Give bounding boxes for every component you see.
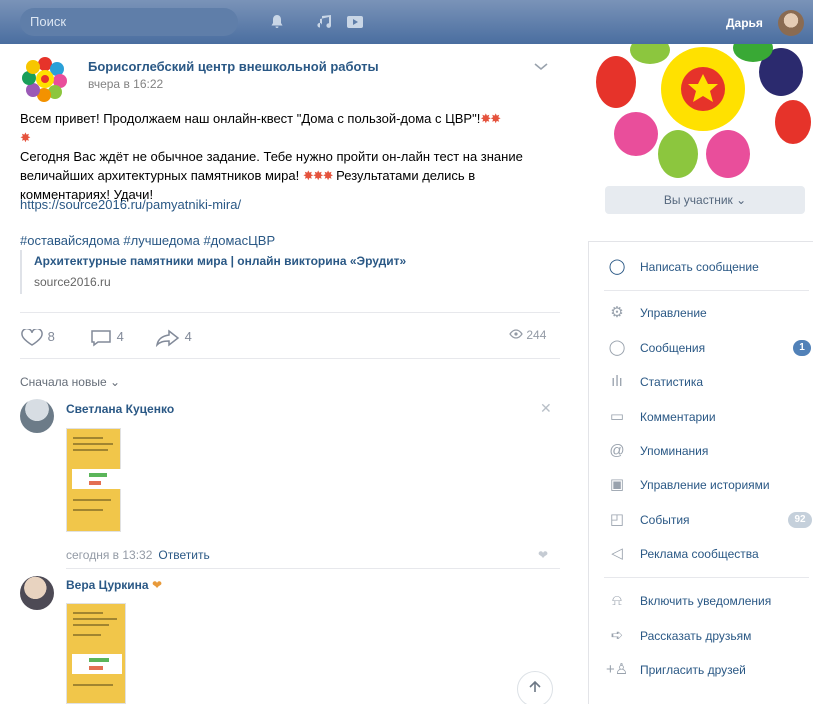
member-dropdown-button[interactable]: Вы участник ⌄ xyxy=(605,186,805,214)
events-icon: ◰ xyxy=(609,511,625,528)
comments-sort-dropdown[interactable]: Сначала новые ⌄ xyxy=(20,375,120,389)
heart-icon xyxy=(21,327,43,346)
sparkle-icon: ✸✸ xyxy=(480,111,501,126)
comment-author[interactable]: Светлана Куценко xyxy=(66,402,174,416)
events-badge: 92 xyxy=(788,512,812,528)
search-input[interactable]: Поиск xyxy=(20,8,238,36)
avatar[interactable] xyxy=(778,10,804,36)
heart-emoji-icon: ❤ xyxy=(151,578,162,592)
sidebar-item-comments[interactable]: ▭ Комментарии xyxy=(606,407,813,427)
sidebar-item-manage[interactable]: ⚙ Управление xyxy=(606,303,813,323)
sidebar-item-ads[interactable]: ◁ Реклама сообщества xyxy=(606,544,813,564)
link-attachment[interactable]: Архитектурные памятники мира | онлайн ви… xyxy=(20,250,420,294)
attachment-title[interactable]: Архитектурные памятники мира | онлайн ви… xyxy=(34,254,406,268)
comment-author[interactable]: Вера Цуркина ❤ xyxy=(66,578,162,592)
chevron-down-icon: ⌄ xyxy=(736,193,747,207)
sidebar-item-messages[interactable]: ◯ Сообщения xyxy=(606,338,813,358)
share-button[interactable]: 4 xyxy=(155,328,192,347)
comment-avatar[interactable] xyxy=(20,576,54,610)
music-icon[interactable] xyxy=(316,14,334,30)
megaphone-icon: ◁ xyxy=(611,545,623,562)
sidebar-item-events[interactable]: ◰ События xyxy=(606,510,813,530)
bell-icon: ⍾ xyxy=(612,592,622,609)
stories-icon: ▣ xyxy=(609,476,625,493)
views-counter: 244 xyxy=(509,328,546,342)
comment-button[interactable]: 4 xyxy=(89,328,124,347)
bell-icon[interactable] xyxy=(268,14,286,30)
eye-icon xyxy=(509,329,523,339)
sidebar-item-mentions[interactable]: @ Упоминания xyxy=(606,441,813,461)
chevron-down-icon[interactable] xyxy=(534,60,548,74)
sidebar-item-statistics[interactable]: ılı Статистика xyxy=(606,372,813,392)
top-bar: Поиск Дарья xyxy=(0,0,813,44)
post-author[interactable]: Борисоглебский центр внешкольной работы xyxy=(88,59,379,74)
write-message-button[interactable]: ◯ Написать сообщение xyxy=(606,257,813,277)
divider xyxy=(66,568,560,569)
community-logo xyxy=(596,34,811,178)
scroll-up-button[interactable] xyxy=(517,671,553,704)
share-count: 4 xyxy=(184,329,192,344)
share-icon xyxy=(155,329,180,347)
comment-image[interactable] xyxy=(66,428,122,532)
attachment-domain: source2016.ru xyxy=(34,275,111,289)
member-button-label: Вы участник xyxy=(663,193,733,207)
reply-button[interactable]: Ответить xyxy=(158,548,209,562)
divider xyxy=(20,312,560,313)
stats-icon: ılı xyxy=(611,373,623,390)
sidebar-item-stories[interactable]: ▣ Управление историями xyxy=(606,475,813,495)
divider xyxy=(604,290,809,291)
arrow-up-icon xyxy=(529,680,541,692)
user-name[interactable]: Дарья xyxy=(726,16,763,30)
comment-icon xyxy=(91,329,111,347)
add-user-icon: +♙ xyxy=(606,661,629,678)
at-icon: @ xyxy=(609,442,625,459)
divider xyxy=(20,358,560,359)
post-link[interactable]: https://source2016.ru/pamyatniki-mira/ xyxy=(20,197,241,212)
post-text-line: Всем привет! Продолжаем наш онлайн-квест… xyxy=(20,111,481,126)
comment-image[interactable] xyxy=(66,603,126,704)
views-count: 244 xyxy=(526,328,547,342)
gear-icon: ⚙ xyxy=(610,304,624,321)
comment-icon: ▭ xyxy=(609,408,625,425)
enable-notifications-button[interactable]: ⍾ Включить уведомления xyxy=(606,591,813,611)
like-button[interactable]: 8 xyxy=(20,327,55,346)
post-text: Всем привет! Продолжаем наш онлайн-квест… xyxy=(20,109,560,204)
chat-icon: ◯ xyxy=(608,258,626,275)
comment-meta: сегодня в 13:32 Ответить xyxy=(66,548,210,562)
sparkle-icon: ✸ xyxy=(20,130,31,145)
tell-friends-button[interactable]: ➪ Рассказать друзьям xyxy=(606,626,813,646)
chevron-down-icon: ⌄ xyxy=(109,375,121,389)
invite-friends-button[interactable]: +♙ Пригласить друзей xyxy=(606,660,813,680)
sort-label: Сначала новые xyxy=(20,375,107,389)
messages-badge: 1 xyxy=(793,340,811,356)
play-icon[interactable] xyxy=(346,14,364,30)
comment-author-name: Вера Цуркина xyxy=(66,578,149,592)
like-count: 8 xyxy=(47,329,55,344)
sparkle-icon: ✸✸✸ xyxy=(302,168,334,183)
post-hashtags[interactable]: #оставайсядома #лучшедома #домасЦВР xyxy=(20,233,275,248)
comment-time: сегодня в 13:32 xyxy=(66,548,153,562)
community-avatar[interactable] xyxy=(20,54,70,104)
share-icon: ➪ xyxy=(610,627,624,644)
divider xyxy=(604,577,809,578)
heart-icon[interactable]: ❤ xyxy=(538,548,548,562)
close-icon[interactable]: ✕ xyxy=(540,400,552,417)
post-time[interactable]: вчера в 16:22 xyxy=(88,77,163,91)
comment-count: 4 xyxy=(116,329,124,344)
chat-icon: ◯ xyxy=(608,339,626,356)
comment-avatar[interactable] xyxy=(20,399,54,433)
